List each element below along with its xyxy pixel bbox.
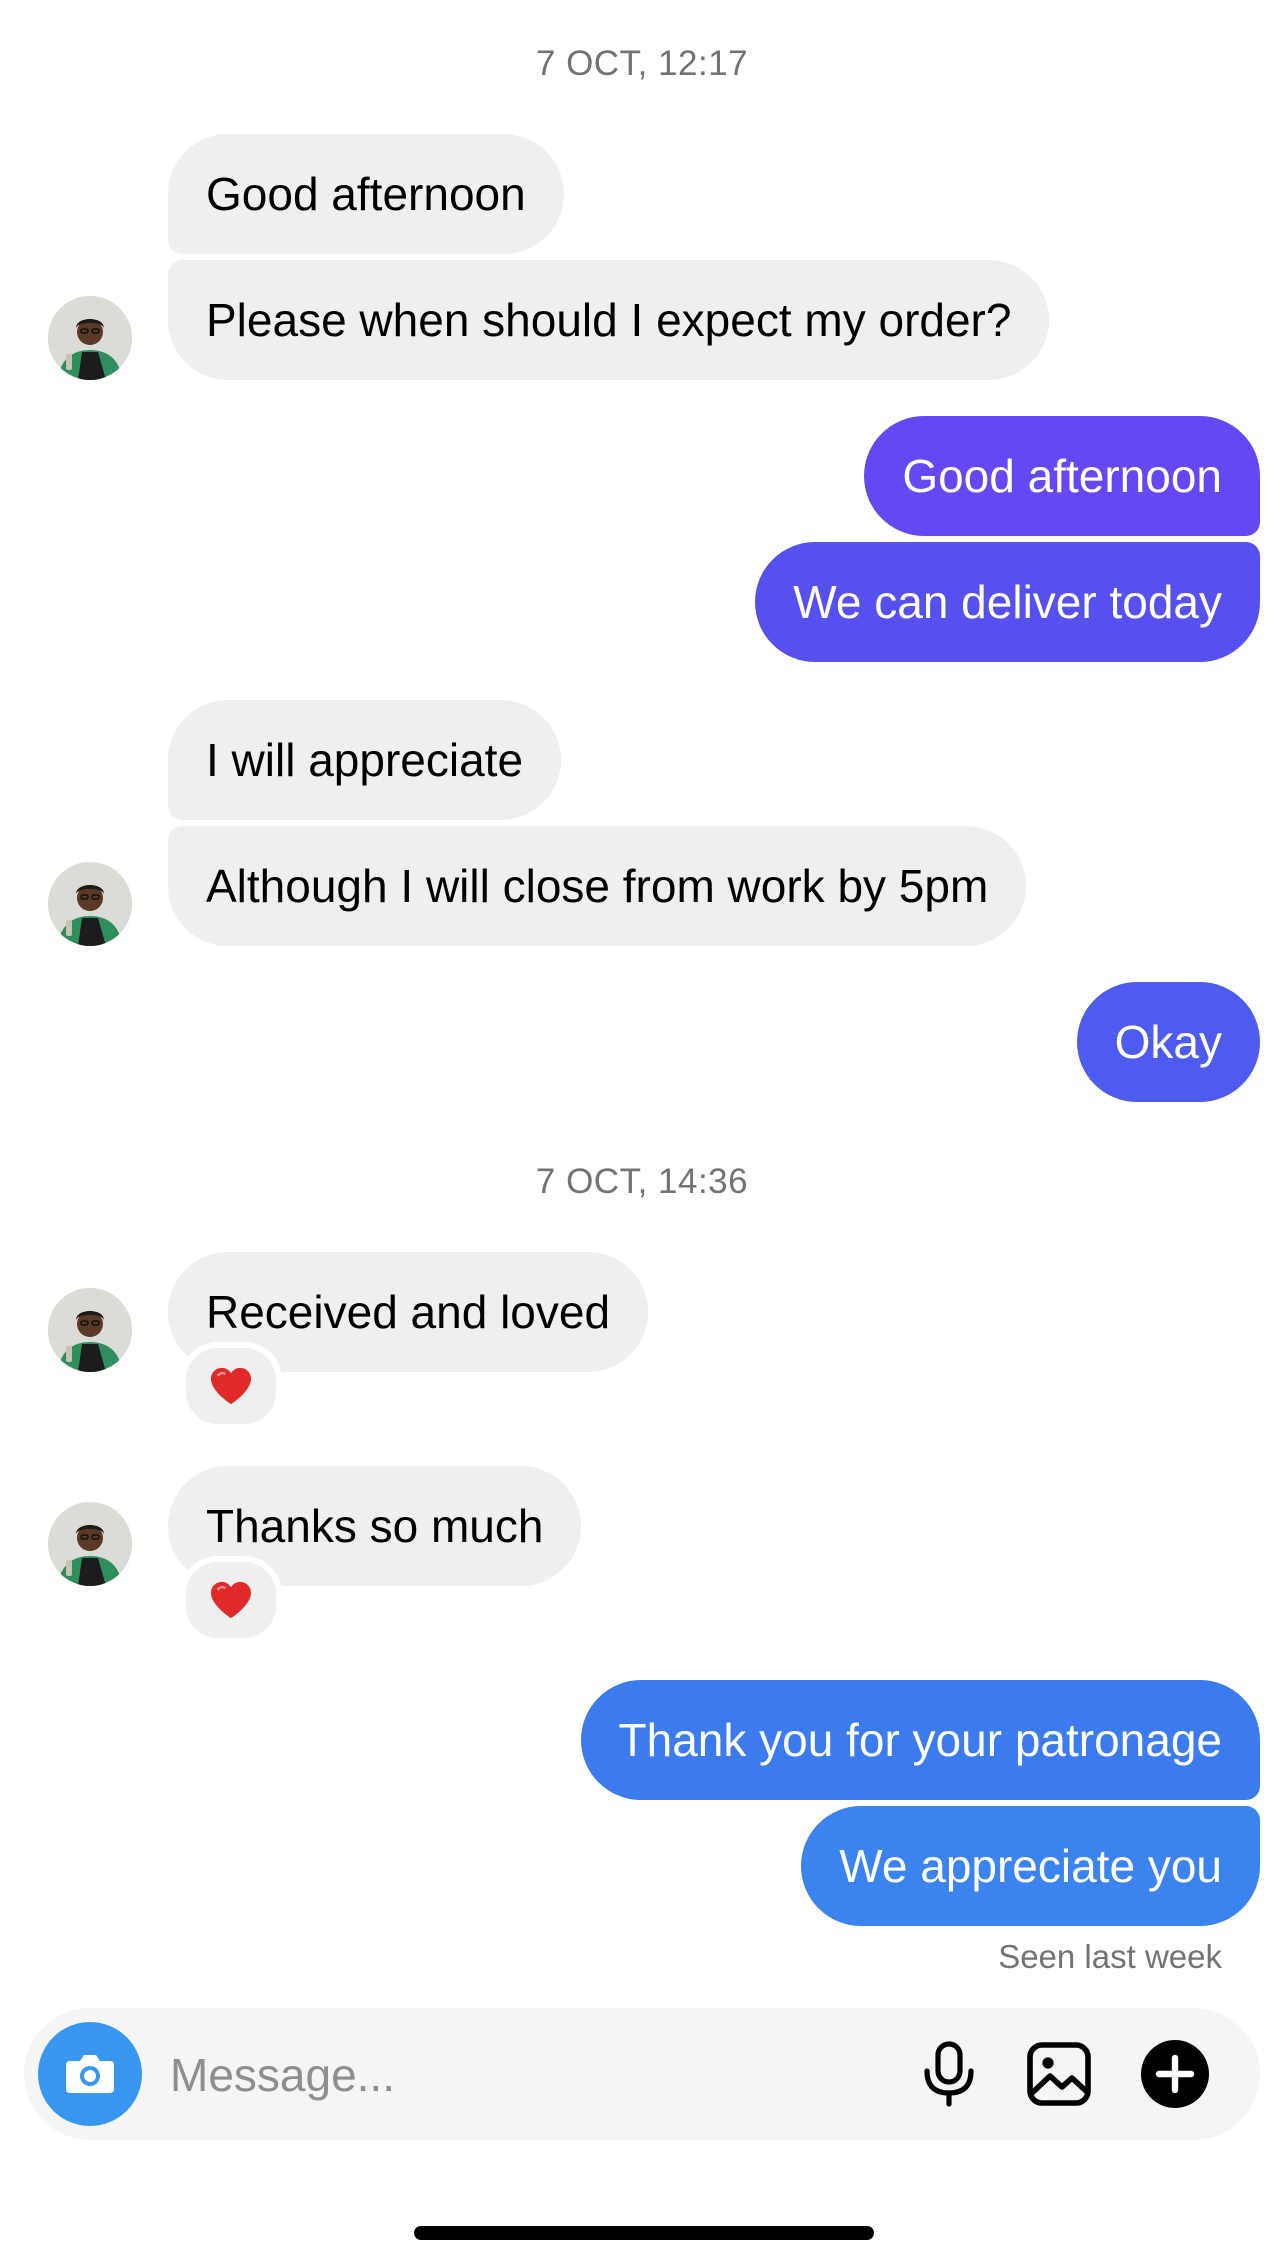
- outgoing-message-bubble[interactable]: Thank you for your patronage: [580, 1680, 1260, 1800]
- incoming-message-bubble[interactable]: Please when should I expect my order?: [168, 260, 1050, 380]
- outgoing-message-bubble[interactable]: Okay: [1076, 982, 1260, 1102]
- message-reaction[interactable]: [180, 1556, 282, 1644]
- timestamp-divider: 7 OCT, 12:17: [535, 44, 749, 83]
- heart-icon: [211, 1581, 251, 1619]
- message-composer: [24, 2008, 1260, 2140]
- heart-icon: [211, 1367, 251, 1405]
- avatar-photo: [48, 296, 132, 380]
- contact-avatar[interactable]: [48, 1502, 132, 1586]
- contact-avatar[interactable]: [48, 862, 132, 946]
- add-icon: [1141, 2040, 1209, 2108]
- message-reaction[interactable]: [180, 1342, 282, 1430]
- avatar-photo: [48, 1288, 132, 1372]
- outgoing-message-bubble[interactable]: Good afternoon: [864, 416, 1260, 536]
- incoming-message-bubble[interactable]: Although I will close from work by 5pm: [168, 826, 1027, 946]
- contact-avatar[interactable]: [48, 296, 132, 380]
- incoming-message-bubble[interactable]: I will appreciate: [168, 700, 562, 820]
- add-button[interactable]: [1140, 2039, 1210, 2109]
- message-input[interactable]: [168, 2034, 872, 2116]
- gallery-button[interactable]: [1024, 2039, 1094, 2109]
- outgoing-message-bubble[interactable]: We appreciate you: [801, 1806, 1260, 1926]
- contact-avatar[interactable]: [48, 1288, 132, 1372]
- avatar-photo: [48, 862, 132, 946]
- gallery-icon: [1027, 2042, 1091, 2106]
- timestamp-divider: 7 OCT, 14:36: [535, 1162, 749, 1201]
- seen-status: Seen last week: [998, 1938, 1222, 1975]
- incoming-message-bubble[interactable]: Good afternoon: [168, 134, 564, 254]
- microphone-icon: [924, 2041, 974, 2107]
- outgoing-message-bubble[interactable]: We can deliver today: [755, 542, 1260, 662]
- home-indicator[interactable]: [414, 2226, 874, 2240]
- camera-icon: [66, 2055, 114, 2093]
- avatar-photo: [48, 1502, 132, 1586]
- camera-button[interactable]: [38, 2022, 142, 2126]
- microphone-button[interactable]: [914, 2039, 984, 2109]
